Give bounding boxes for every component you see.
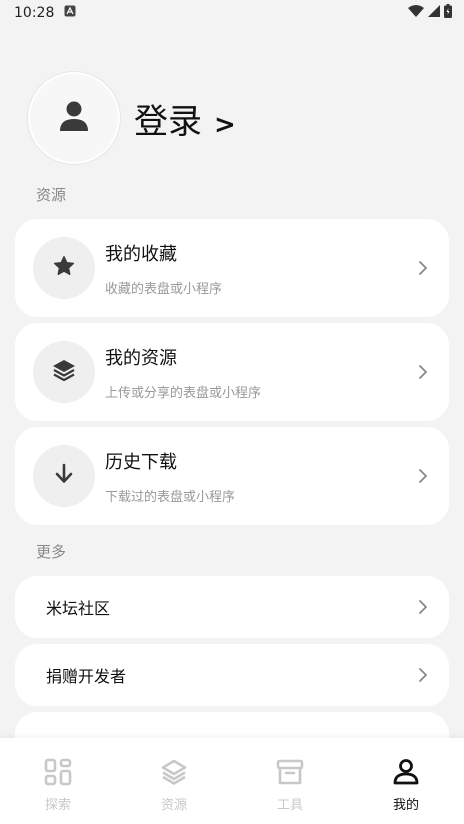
nav-item-explore[interactable]: 探索 [8, 738, 108, 824]
chevron-right-icon [417, 260, 429, 276]
card-download-history[interactable]: 历史下载 下载过的表盘或小程序 [15, 427, 449, 525]
chevron-right-icon [417, 599, 429, 615]
battery-icon [444, 4, 452, 22]
grid-icon [44, 758, 72, 790]
card-title: 我的收藏 [105, 243, 177, 265]
status-time: 10:28 [14, 5, 55, 21]
star-icon [52, 254, 76, 282]
card-my-resources[interactable]: 我的资源 上传或分享的表盘或小程序 [15, 323, 449, 421]
nav-label: 我的 [392, 798, 419, 813]
list-item-community[interactable]: 米坛社区 [15, 576, 449, 638]
card-subtitle: 上传或分享的表盘或小程序 [105, 385, 262, 401]
icon-circle [33, 445, 95, 507]
list-item-label: 捐赠开发者 [46, 667, 127, 686]
card-subtitle: 下载过的表盘或小程序 [105, 489, 236, 505]
user-icon [392, 758, 420, 790]
card-subtitle: 收藏的表盘或小程序 [105, 281, 223, 297]
status-bar: 10:28 [0, 0, 464, 26]
login-link[interactable]: 登录 > [134, 94, 236, 143]
nav-item-mine[interactable]: 我的 [356, 738, 456, 824]
chevron-right-icon [417, 364, 429, 380]
layers-icon [160, 758, 188, 790]
profile-header[interactable]: 登录 > [28, 72, 236, 164]
nav-item-tools[interactable]: 工具 [240, 738, 340, 824]
chevron-right-icon [417, 468, 429, 484]
card-title: 我的资源 [105, 347, 177, 369]
wifi-icon [408, 5, 424, 21]
nav-label: 资源 [160, 798, 187, 813]
nav-label: 探索 [44, 798, 71, 813]
icon-circle [33, 237, 95, 299]
section-title-more: 更多 [36, 543, 67, 561]
notification-icon [64, 5, 76, 21]
chevron-right-icon [417, 667, 429, 683]
nav-item-resources[interactable]: 资源 [124, 738, 224, 824]
login-arrow: > [214, 109, 236, 140]
login-label: 登录 [134, 101, 202, 142]
card-title: 历史下载 [105, 451, 177, 473]
icon-circle [33, 341, 95, 403]
archive-box-icon [276, 758, 304, 790]
card-favorites[interactable]: 我的收藏 收藏的表盘或小程序 [15, 219, 449, 317]
bottom-nav: 探索 资源 工具 我的 [0, 738, 464, 824]
section-title-resources: 资源 [36, 186, 67, 204]
signal-icon [428, 5, 440, 21]
download-arrow-icon [53, 462, 75, 490]
nav-label: 工具 [276, 798, 303, 813]
list-item-label: 米坛社区 [46, 599, 111, 618]
user-icon [59, 100, 89, 136]
list-item-donate[interactable]: 捐赠开发者 [15, 644, 449, 706]
avatar[interactable] [28, 72, 120, 164]
layers-icon [51, 357, 77, 387]
